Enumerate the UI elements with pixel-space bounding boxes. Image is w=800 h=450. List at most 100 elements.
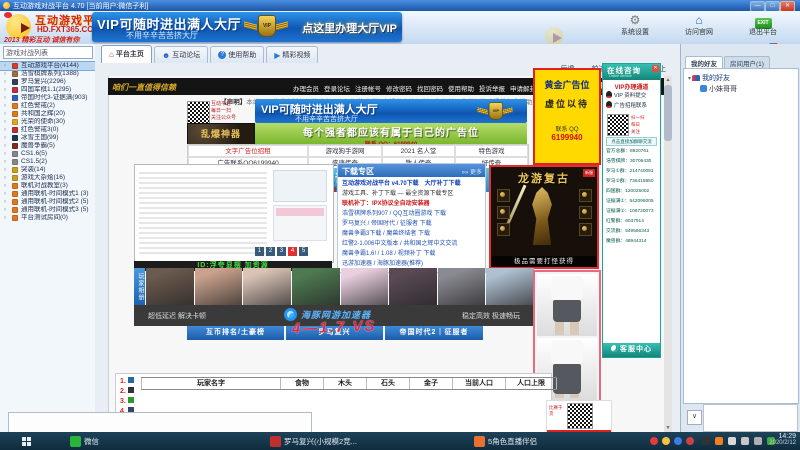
qq-group-item[interactable]: 证据满①：542096005 xyxy=(606,197,658,207)
expander-icon[interactable]: › xyxy=(4,190,6,198)
sidebar-item[interactable]: › 联机对战教室(3) xyxy=(0,182,95,190)
expander-icon[interactable]: › xyxy=(4,166,6,174)
site-link[interactable]: 投诉举报 xyxy=(479,83,505,93)
page-number[interactable]: 2 xyxy=(266,247,275,256)
expander-icon[interactable]: › xyxy=(4,142,6,150)
player-photo[interactable] xyxy=(340,268,389,305)
scroll-up-icon[interactable]: ▲ xyxy=(664,76,672,84)
page-number[interactable]: 3 xyxy=(277,247,286,256)
page-number[interactable]: 4 xyxy=(288,247,297,256)
tab-精彩视频[interactable]: ▶ 精彩视频 xyxy=(266,46,319,63)
ad-table-cell[interactable]: 文字广告位招租 xyxy=(188,145,308,157)
tray-icon[interactable] xyxy=(715,437,723,445)
expander-icon[interactable]: › xyxy=(4,110,6,118)
tray-icon[interactable] xyxy=(650,437,658,445)
qq-group-item[interactable]: 交流群：549566343 xyxy=(606,227,658,237)
tray-icon[interactable] xyxy=(754,437,762,445)
tab-互动论坛[interactable]: ☻ 互动论坛 xyxy=(153,46,209,63)
rank-item[interactable]: 2. xyxy=(120,387,134,397)
brand-image-ad[interactable]: 乱爆神器 xyxy=(187,123,255,146)
ad-table-cell[interactable]: 游戏狗手游网 xyxy=(308,145,382,157)
sidebar-item[interactable]: › 帝国时代3-证据满(903) xyxy=(0,94,95,102)
sidebar-item[interactable]: › CS1.5(2) xyxy=(0,158,95,166)
album-label[interactable]: 玩家相册 xyxy=(134,268,145,305)
vip-banner-cta[interactable]: 点这里办理大厅VIP xyxy=(302,20,397,36)
sidebar-item[interactable]: › 通用联机-时间模式1 (3) xyxy=(0,190,95,198)
download-more-link[interactable]: »» 更多 xyxy=(462,167,482,176)
ad-table-cell[interactable]: 特色游戏 xyxy=(455,145,528,157)
download-link[interactable]: 游戏工具、补丁下载 — 最全资源下载专区 xyxy=(342,189,482,199)
taskbar-app[interactable]: 罗马复兴(小规模2竞... xyxy=(266,434,361,448)
expander-icon[interactable]: › xyxy=(4,78,6,86)
friend-item[interactable]: 小妹哥哥 xyxy=(700,84,737,94)
vip-banner-inpage[interactable]: VIP可随时进出满人大厅 不用辛辛苦苦挤大厅 VIP xyxy=(255,99,527,123)
qq-group-item[interactable]: 证据满②：106720073 xyxy=(606,207,658,217)
scrollbar-thumb[interactable] xyxy=(664,85,672,141)
section-header[interactable]: 帝国时代2｜征服者 xyxy=(385,326,483,340)
site-link[interactable]: 修改密码 xyxy=(386,83,412,93)
sidebar-item[interactable]: › 互动游戏平台(4144) xyxy=(0,61,96,71)
qq-group-item[interactable]: 官方总群：8920761 xyxy=(606,147,658,157)
site-link[interactable]: 使用帮助 xyxy=(448,83,474,93)
player-photo[interactable] xyxy=(146,268,194,305)
site-link[interactable]: 找回密码 xyxy=(417,83,443,93)
player-photo[interactable] xyxy=(389,268,437,305)
expander-icon[interactable]: › xyxy=(4,174,6,182)
qq-group-item[interactable]: 浩雪棋牌：30706430 xyxy=(606,157,658,167)
sidebar-item[interactable]: › 罗马复兴(2296) xyxy=(0,78,95,86)
consult-qq-row[interactable]: 广告招租联系 xyxy=(606,101,658,110)
site-link[interactable]: 注册帐号 xyxy=(355,83,381,93)
sidebar-item[interactable]: › 魔兽争霸(5) xyxy=(0,142,95,150)
qq-group-item[interactable]: 红警群：6037914 xyxy=(606,217,658,227)
tray-icon[interactable] xyxy=(662,437,670,445)
friends-root-node[interactable]: ▾ 我的好友 xyxy=(688,73,730,83)
site-link[interactable]: 办理会员 xyxy=(293,83,319,93)
ad-table-cell[interactable]: 2021 名人堂 xyxy=(382,145,455,157)
qq-group-item[interactable]: 四国群：120025002 xyxy=(606,187,658,197)
tray-icon[interactable] xyxy=(702,437,710,445)
expander-icon[interactable]: › xyxy=(4,150,6,158)
sidebar-item[interactable]: › 平台测试房间(0) xyxy=(0,214,95,222)
expander-icon[interactable]: › xyxy=(4,118,6,126)
site-link[interactable]: 登录论坛 xyxy=(324,83,350,93)
qq-group-item[interactable]: 罗马②群：736415850 xyxy=(606,177,658,187)
download-link[interactable]: 魔兽争霸3下载 / 魔兽终结者 下载 xyxy=(342,229,482,239)
expander-icon[interactable]: › xyxy=(4,62,6,70)
expander-icon[interactable]: › xyxy=(4,158,6,166)
download-link[interactable]: 红警2-1.006中文版本 / 共和国之辉中文交流 xyxy=(342,239,482,249)
sidebar-item[interactable]: › 共和国之辉(20) xyxy=(0,110,95,118)
expander-icon[interactable]: › xyxy=(4,86,6,94)
toolbar-exit-button[interactable]: EXIT 退出平台 xyxy=(736,13,790,41)
toolbar-gear-button[interactable]: ⚙ 系统设置 xyxy=(608,13,662,41)
game-list-input[interactable] xyxy=(3,46,93,59)
expander-icon[interactable]: › xyxy=(4,206,6,214)
page-number[interactable]: 5 xyxy=(299,247,308,256)
sidebar-item[interactable]: › 游戏大杂烩(16) xyxy=(0,174,95,182)
download-link[interactable]: 浩雪棋牌系列907 / QQ互动圈游戏 下载 xyxy=(342,209,482,219)
player-photo[interactable] xyxy=(194,268,243,305)
expander-icon[interactable]: › xyxy=(4,102,6,110)
vip-banner[interactable]: VIP可随时进出满人大厅 不用辛辛苦苦挤大厅 VIP 点这里办理大厅VIP xyxy=(92,12,402,42)
tray-icon[interactable] xyxy=(686,437,694,445)
expander-icon[interactable]: › xyxy=(4,70,6,78)
chevron-down-icon[interactable]: ∨ xyxy=(687,410,702,425)
toolbar-home-button[interactable]: ⌂ 访问官网 xyxy=(672,13,726,41)
gold-ad[interactable]: 黄金广告位 虚位以待 联系 QQ 6199940 xyxy=(533,68,601,165)
start-button[interactable] xyxy=(22,437,31,446)
download-link[interactable]: 联机补丁：IPX协议全自动安装器 xyxy=(342,199,482,209)
expander-icon[interactable]: › xyxy=(4,134,6,142)
expander-icon[interactable]: › xyxy=(4,182,6,190)
qq-group-item[interactable]: 魔兽群：48944314 xyxy=(606,237,658,247)
tab-使用帮助[interactable]: ? 使用帮助 xyxy=(210,46,265,63)
sidebar-item[interactable]: › 四国军棋1.1(295) xyxy=(0,86,95,94)
tray-icon[interactable] xyxy=(674,437,682,445)
consult-qq-row[interactable]: VIP 资料提交 xyxy=(606,91,658,100)
consult-footer[interactable]: 客服中心 xyxy=(603,343,660,357)
consult-close-icon[interactable]: ✕ xyxy=(652,65,659,72)
green-ad-banner[interactable]: 每个强者都应该有属于自己的广告位 联系 QQ：6199940 xyxy=(255,123,527,144)
player-photo[interactable] xyxy=(486,268,534,305)
download-link[interactable]: 魔兽争霸1.6! / 1.08 / 视频补丁 下载 xyxy=(342,249,482,259)
scrollbar[interactable]: ▲ ▼ xyxy=(664,76,672,432)
expander-icon[interactable]: › xyxy=(4,126,6,134)
sidebar-item[interactable]: › 光荣的使命(30) xyxy=(0,118,95,126)
